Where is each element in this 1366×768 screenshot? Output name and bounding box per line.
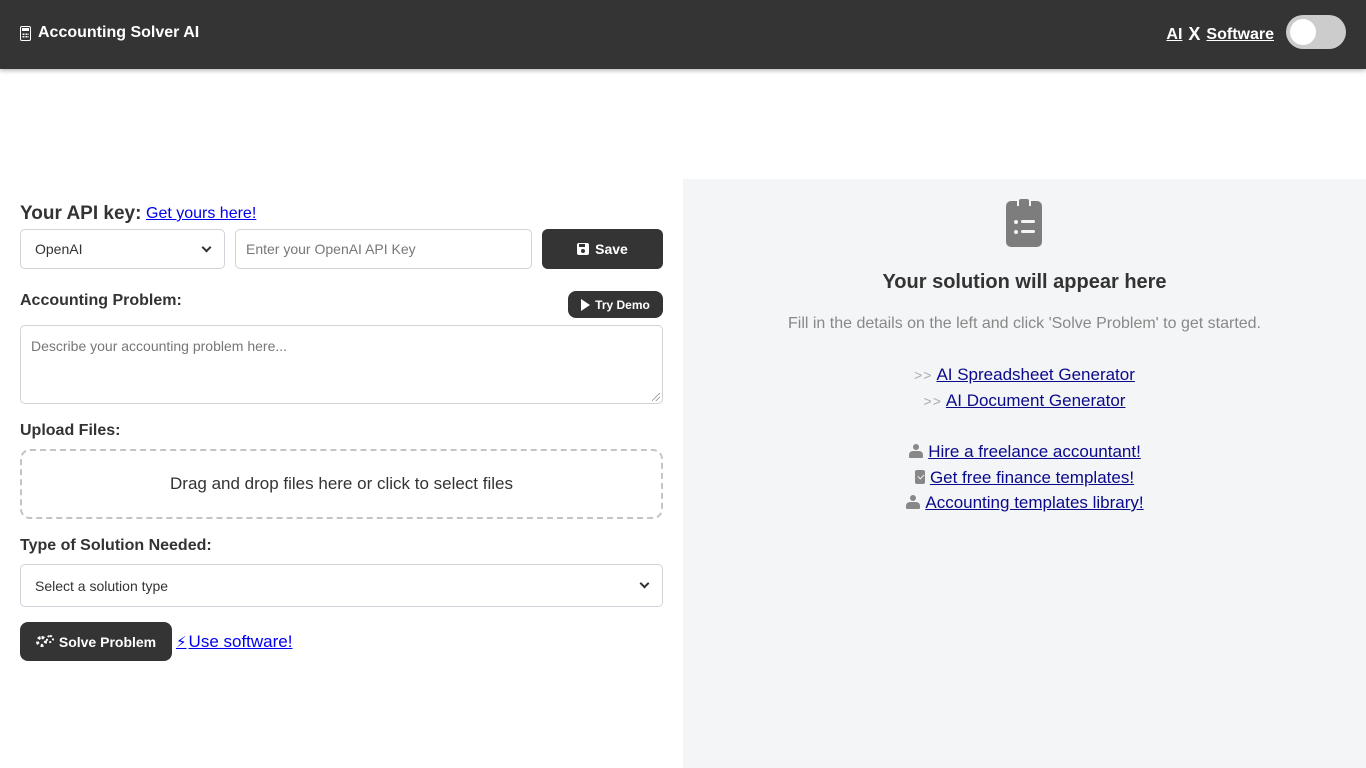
solve-problem-label: Solve Problem (58, 633, 157, 650)
lightning-bolt-icon: ⚡ (176, 634, 187, 651)
api-key-label: Your API key: (20, 203, 142, 224)
theme-toggle[interactable] (1286, 15, 1346, 49)
finance-templates-link[interactable]: Get free finance templates! (930, 468, 1134, 487)
person-icon (908, 444, 924, 458)
chevron-down-icon (639, 578, 650, 589)
save-button-label: Save (595, 241, 628, 257)
app-header: Accounting Solver AI AI X Software (0, 0, 1366, 69)
x-separator: X (1188, 24, 1201, 44)
brand[interactable]: Accounting Solver AI (20, 24, 199, 42)
tool-link-row: >> AI Document Generator (683, 391, 1366, 411)
dropzone-text: Drag and drop files here or click to sel… (170, 474, 513, 493)
get-api-key-link[interactable]: Get yours here! (146, 205, 256, 223)
api-key-placeholder: Enter your OpenAI API Key (246, 241, 416, 257)
person-icon (905, 495, 921, 509)
problem-placeholder: Describe your accounting problem here... (31, 338, 288, 354)
provider-selected-value: OpenAI (35, 241, 83, 257)
tool-link-row: >> AI Spreadsheet Generator (683, 365, 1366, 385)
hire-accountant-link[interactable]: Hire a freelance accountant! (928, 442, 1141, 461)
solution-type-selected-value: Select a solution type (35, 577, 169, 594)
problem-label: Accounting Problem: (20, 292, 182, 309)
toggle-knob (1290, 19, 1316, 45)
try-demo-label: Try Demo (595, 297, 650, 312)
resource-link-row: Get free finance templates! (683, 468, 1366, 488)
solve-problem-button[interactable]: Solve Problem (20, 622, 172, 661)
ai-spreadsheet-generator-link[interactable]: AI Spreadsheet Generator (936, 365, 1134, 384)
header-nav: AI X Software (1166, 24, 1274, 45)
provider-select[interactable]: OpenAI (20, 229, 225, 269)
link-prefix: >> (923, 393, 942, 409)
file-dropzone[interactable]: Drag and drop files here or click to sel… (20, 449, 663, 519)
ai-document-generator-link[interactable]: AI Document Generator (946, 391, 1126, 410)
resource-link-row: Accounting templates library! (683, 493, 1366, 513)
calculator-icon (20, 25, 31, 41)
brand-title: Accounting Solver AI (38, 24, 200, 41)
templates-library-link[interactable]: Accounting templates library! (925, 493, 1143, 512)
try-demo-button[interactable]: Try Demo (568, 291, 663, 318)
upload-label: Upload Files: (20, 422, 121, 439)
play-icon (581, 298, 591, 311)
nav-link-software[interactable]: Software (1206, 26, 1274, 44)
floppy-disk-icon (577, 243, 590, 255)
chevron-down-icon (201, 242, 212, 252)
solution-title: Your solution will appear here (882, 271, 1167, 293)
solution-type-select[interactable]: Select a solution type (20, 564, 663, 607)
api-key-input[interactable]: Enter your OpenAI API Key (235, 229, 532, 269)
nav-link-ai[interactable]: AI (1166, 26, 1182, 44)
resize-handle-icon[interactable] (652, 393, 660, 401)
solution-subtitle: Fill in the details on the left and clic… (787, 315, 1261, 332)
solution-panel: Your solution will appear here Fill in t… (683, 179, 1366, 768)
link-prefix: >> (914, 367, 933, 383)
clipboard-list-icon (1006, 197, 1042, 247)
save-button[interactable]: Save (542, 229, 663, 269)
resource-link-row: Hire a freelance accountant! (683, 442, 1366, 462)
gears-icon (35, 635, 54, 648)
clipboard-check-icon (914, 470, 925, 484)
use-software-link[interactable]: ⚡ Use software! (176, 632, 292, 652)
problem-textarea[interactable]: Describe your accounting problem here... (20, 325, 663, 404)
solution-type-label: Type of Solution Needed: (20, 537, 212, 554)
use-software-label: Use software! (188, 632, 293, 651)
